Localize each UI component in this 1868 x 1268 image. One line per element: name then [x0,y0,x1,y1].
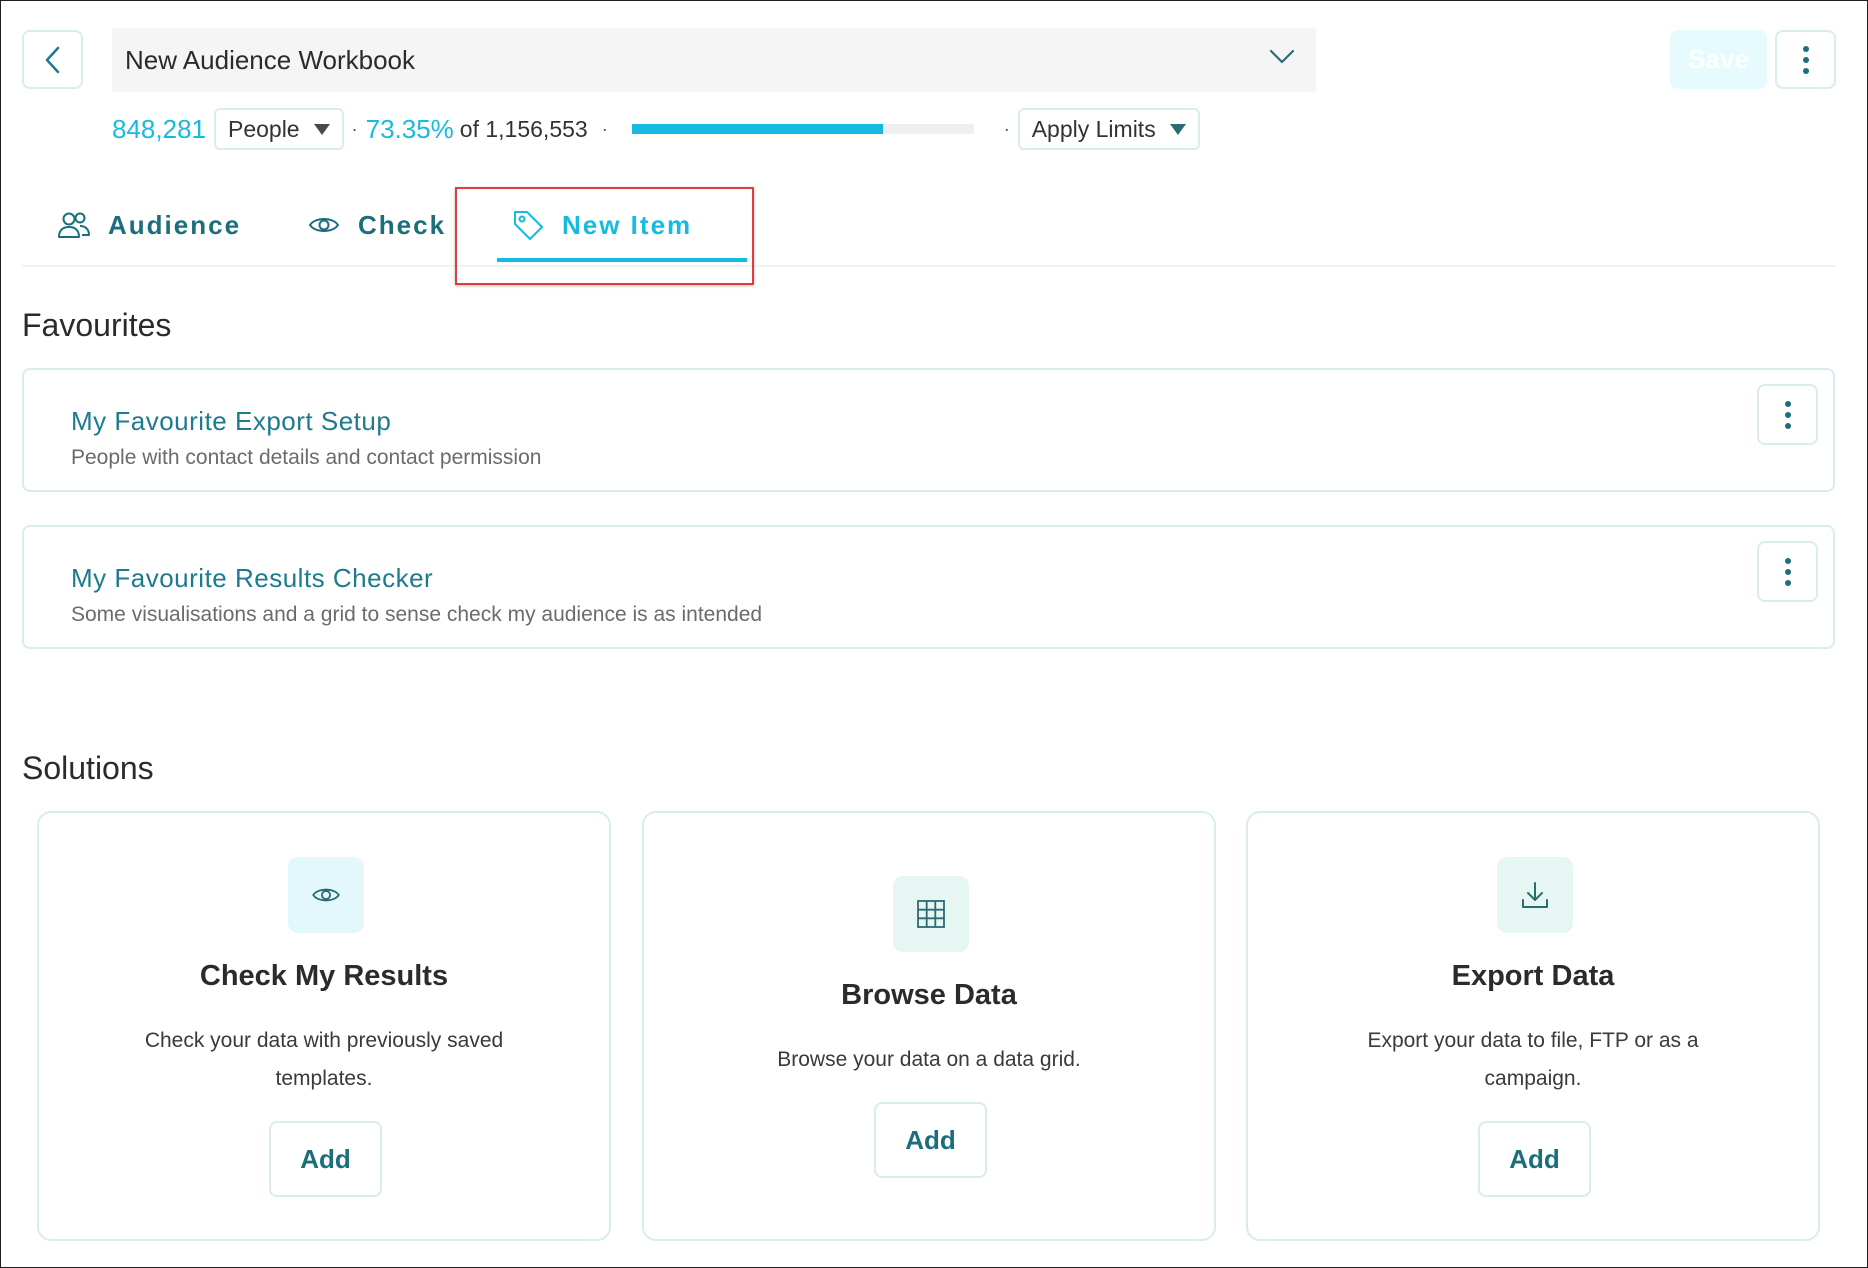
caret-down-icon [313,123,330,135]
separator-dot: · [1003,118,1010,139]
chevron-left-icon [45,46,59,73]
kebab-icon [1784,400,1791,429]
audience-percent: 73.35% [365,113,454,144]
audience-total: of 1,156,553 [459,115,588,142]
chevron-down-icon [1269,49,1295,64]
favourite-more-button[interactable] [1757,541,1818,602]
solution-card-check-results: Check My Results Check your data with pr… [37,811,611,1241]
back-button[interactable] [22,30,83,89]
solution-name: Browse Data [841,979,1017,1011]
unit-select[interactable]: People [213,108,344,150]
eye-icon [308,218,340,232]
favourite-description: People with contact details and contact … [71,446,542,469]
tab-audience[interactable]: Audience [58,185,241,265]
workbook-title: New Audience Workbook [125,44,416,75]
apply-limits-select[interactable]: Apply Limits [1017,108,1200,150]
solution-icon-tile [1497,857,1573,933]
audience-stats: 848,281 People · 73.35% of 1,156,553 · ·… [112,108,1200,150]
unit-select-value: People [227,115,300,142]
kebab-icon [1784,557,1791,586]
solution-name: Export Data [1451,960,1615,992]
separator-dot: · [351,118,358,139]
favourite-description: Some visualisations and a grid to sense … [71,603,763,626]
add-check-results-button[interactable]: Add [269,1121,382,1197]
kebab-icon [1802,45,1809,74]
more-options-button[interactable] [1775,30,1836,89]
add-export-data-button[interactable]: Add [1478,1121,1591,1197]
tab-check-label: Check [358,209,447,240]
audience-progress-fill [631,124,883,134]
favourite-title[interactable]: My Favourite Results Checker [71,563,433,594]
audience-count: 848,281 [112,113,206,144]
solution-icon-tile [893,876,969,952]
solution-description: Export your data to file, FTP or as a ca… [1367,1029,1699,1090]
workbook-tabs: Audience Check New Item [22,185,1836,267]
people-icon [58,212,90,238]
workbook-title-select[interactable]: New Audience Workbook [112,28,1316,92]
eye-icon [312,888,340,902]
grid-icon [917,900,945,928]
favourite-card[interactable]: My Favourite Export Setup People with co… [22,368,1835,492]
highlight-annotation [455,187,754,285]
tab-audience-label: Audience [108,209,242,240]
add-browse-data-button[interactable]: Add [874,1102,987,1178]
solution-description: Browse your data on a data grid. [777,1048,1081,1071]
solution-card-export-data: Export Data Export your data to file, FT… [1246,811,1820,1241]
tab-check[interactable]: Check [308,185,446,265]
favourites-heading: Favourites [22,307,172,343]
solution-card-browse-data: Browse Data Browse your data on a data g… [642,811,1216,1241]
caret-down-icon [1169,123,1186,135]
solution-description: Check your data with previously saved te… [144,1029,504,1090]
separator-dot: · [601,118,608,139]
solution-name: Check My Results [199,960,449,992]
favourite-title[interactable]: My Favourite Export Setup [71,406,391,437]
audience-progress-bar [631,124,974,134]
download-icon [1522,882,1548,908]
solutions-heading: Solutions [22,750,154,786]
favourite-more-button[interactable] [1757,384,1818,445]
apply-limits-label: Apply Limits [1031,115,1156,142]
save-button[interactable]: Save [1670,30,1767,89]
solution-icon-tile [288,857,364,933]
favourite-card[interactable]: My Favourite Results Checker Some visual… [22,525,1835,649]
